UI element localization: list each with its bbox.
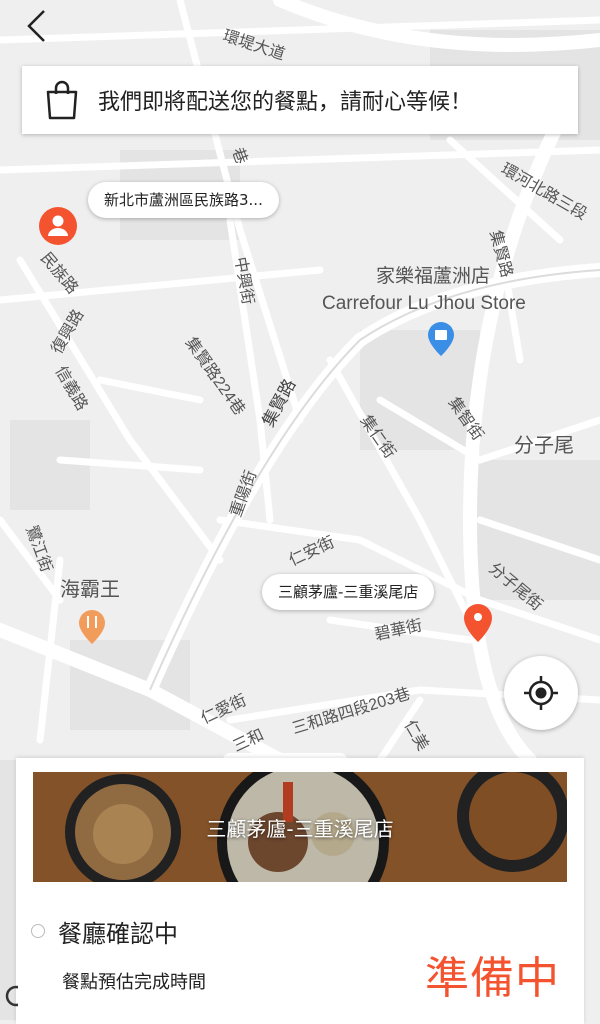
- restaurant-name: 三顧茅廬-三重溪尾店: [206, 816, 394, 841]
- user-location-pin-icon[interactable]: [38, 206, 78, 246]
- order-status-sheet: 三顧茅廬-三重溪尾店 餐廳確認中 餐點預估完成時間 準備中: [16, 758, 584, 1024]
- locate-crosshair-icon: [524, 676, 558, 710]
- restaurant-hero-image[interactable]: 三顧茅廬-三重溪尾店: [33, 772, 567, 882]
- back-button[interactable]: [18, 6, 54, 46]
- restaurant-pin-icon[interactable]: [462, 602, 494, 644]
- poi-haibawang: 海霸王: [60, 578, 120, 601]
- locate-me-button[interactable]: [504, 656, 578, 730]
- chevron-left-icon: [27, 10, 45, 42]
- poi-carrefour-zh: 家樂福蘆洲店: [376, 265, 490, 287]
- user-address-pill[interactable]: 新北市蘆洲區民族路3...: [88, 182, 279, 218]
- delivery-status-banner: 我們即將配送您的餐點，請耐心等候！: [22, 66, 578, 134]
- eta-label: 餐點預估完成時間: [62, 972, 206, 993]
- status-radio-dot: [31, 924, 45, 938]
- banner-message: 我們即將配送您的餐點，請耐心等候！: [98, 90, 473, 115]
- partial-icon: [5, 985, 18, 1007]
- preparing-status: 準備中: [425, 953, 560, 1004]
- restaurant-location-pill[interactable]: 三顧茅廬-三重溪尾店: [262, 574, 435, 610]
- shopping-bag-icon: [46, 80, 78, 120]
- poi-carrefour-en: Carrefour Lu Jhou Store: [322, 293, 526, 314]
- status-label: 餐廳確認中: [58, 920, 178, 948]
- poi-fenziwei: 分子尾: [514, 434, 574, 457]
